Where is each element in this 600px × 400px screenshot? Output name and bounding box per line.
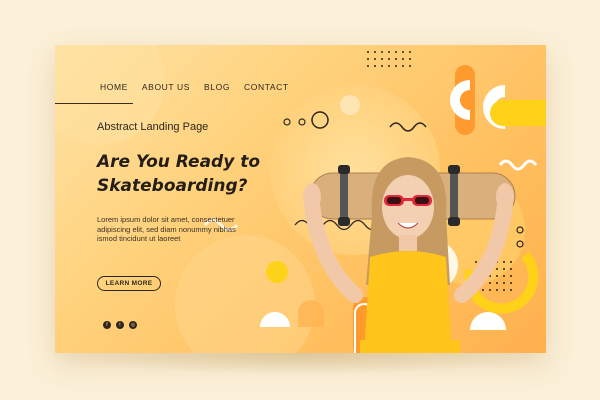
headline-line-2: Skateboarding?: [97, 176, 248, 196]
dot-grid: [367, 51, 412, 68]
top-nav: HOME ABOUT US BLOG CONTACT: [100, 82, 289, 92]
nav-home[interactable]: HOME: [100, 82, 128, 92]
facebook-icon[interactable]: f: [103, 321, 111, 329]
nav-about-us[interactable]: ABOUT US: [142, 82, 190, 92]
nav-blog[interactable]: BLOG: [204, 82, 230, 92]
page-headline: Are You Ready to Skateboarding?: [97, 150, 307, 198]
twitter-icon[interactable]: t: [116, 321, 124, 329]
social-links: f t ◎: [103, 321, 137, 329]
nav-contact[interactable]: CONTACT: [244, 82, 289, 92]
landing-card: HOME ABOUT US BLOG CONTACT Abstract Land…: [55, 45, 546, 353]
hero-body-text: Lorem ipsum dolor sit amet, consectetuer…: [97, 215, 236, 243]
page-subtitle: Abstract Landing Page: [97, 121, 209, 133]
learn-more-button[interactable]: LEARN MORE: [97, 276, 161, 291]
skater-photo: [303, 157, 516, 353]
headline-line-1: Are You Ready to: [97, 152, 261, 172]
instagram-icon[interactable]: ◎: [129, 321, 137, 329]
nav-underline: [55, 103, 133, 104]
